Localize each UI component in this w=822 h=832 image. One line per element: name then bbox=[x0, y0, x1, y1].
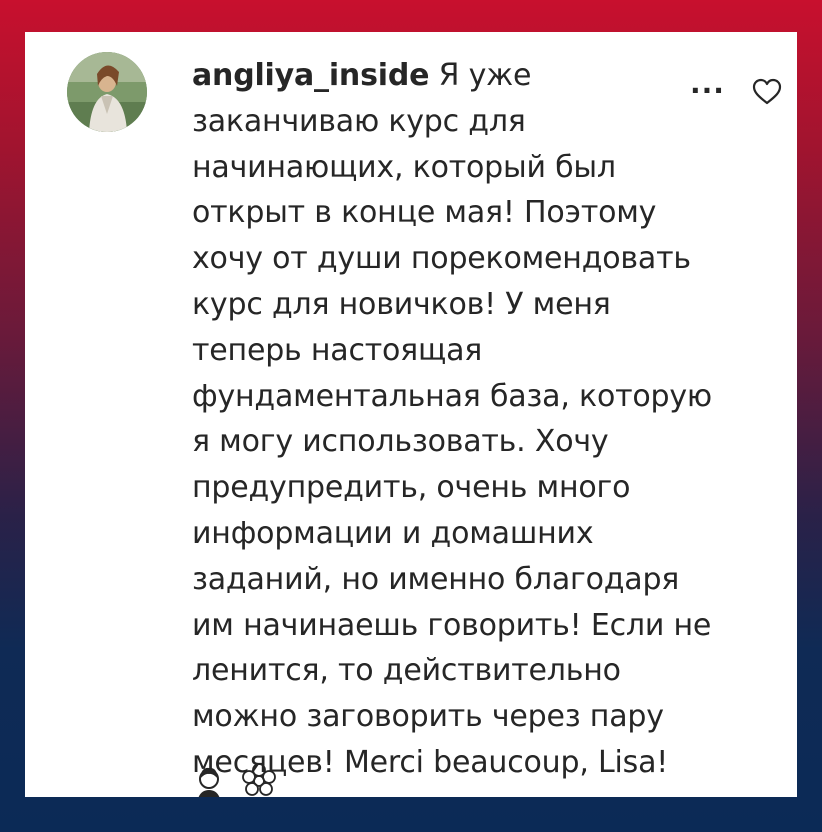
comment-card: angliya_inside Я уже заканчиваю курс для… bbox=[25, 32, 797, 797]
comment-emojis bbox=[198, 763, 276, 797]
like-heart-icon[interactable] bbox=[752, 78, 782, 106]
blossom-emoji-icon bbox=[242, 763, 276, 796]
user-avatar[interactable] bbox=[67, 52, 147, 132]
comment-body: angliya_inside Я уже заканчиваю курс для… bbox=[192, 53, 712, 786]
avatar-photo-icon bbox=[67, 52, 147, 132]
comment-text: Я уже заканчиваю курс для начинающих, ко… bbox=[192, 58, 712, 780]
woman-emoji-icon bbox=[198, 767, 220, 797]
more-options-button[interactable]: ... bbox=[690, 70, 725, 98]
comment-username[interactable]: angliya_inside bbox=[192, 58, 429, 93]
